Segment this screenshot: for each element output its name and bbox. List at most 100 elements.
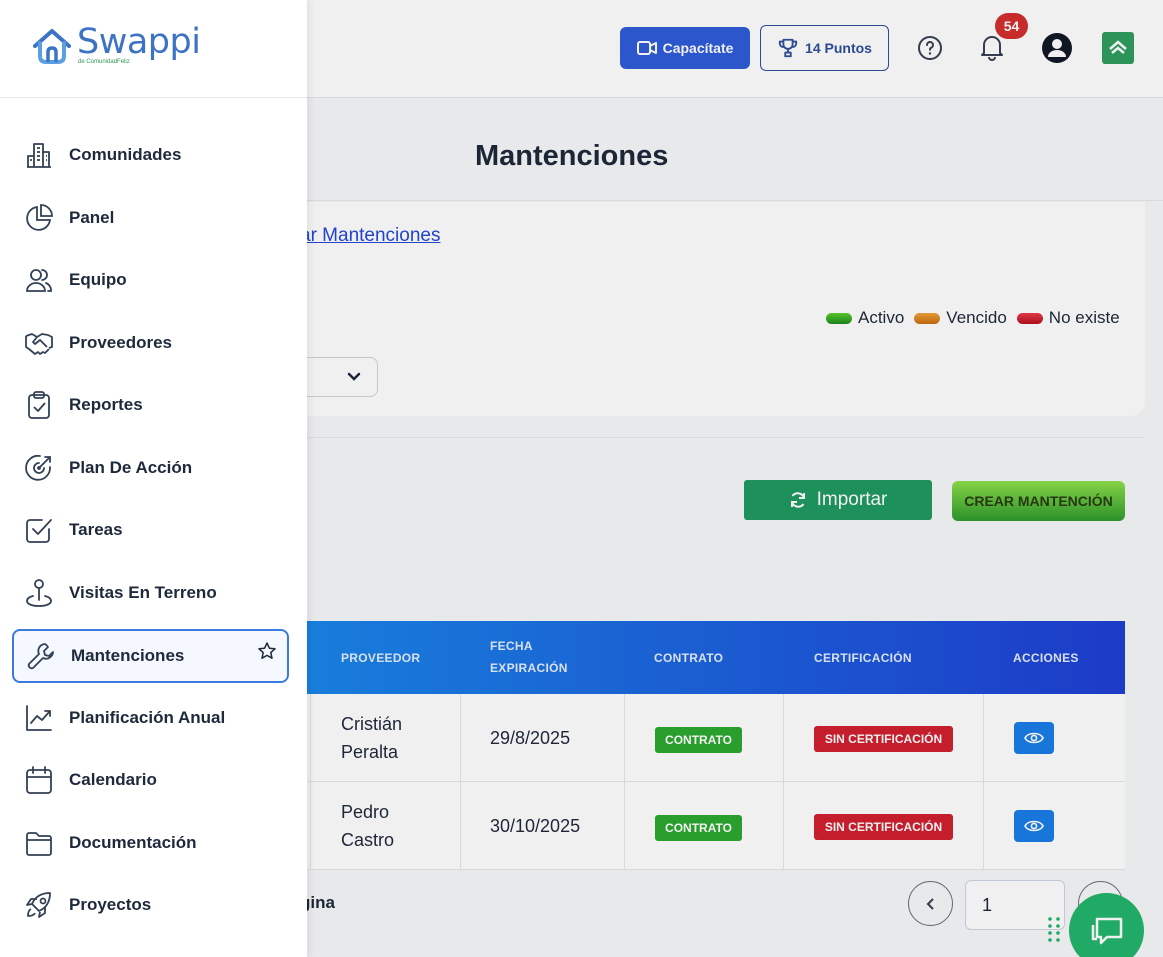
- sidebar-item-label: Comunidades: [69, 145, 182, 164]
- column-divider: [783, 694, 784, 781]
- header-contrato[interactable]: CONTRATO: [654, 647, 723, 669]
- sidebar-item-label: Panel: [69, 208, 115, 227]
- trend-icon: [24, 703, 54, 733]
- contrato-badge: CONTRATO: [655, 815, 742, 841]
- legend-active-swatch: [826, 312, 852, 324]
- drag-handle-icon[interactable]: [1047, 916, 1061, 944]
- brand-sub: de ComunidadFeliz: [78, 59, 130, 65]
- header-certificacion[interactable]: CERTIFICACIÓN: [814, 647, 912, 669]
- page-title: Mantenciones: [475, 140, 669, 172]
- sidebar-item-documentacion[interactable]: Documentación: [12, 816, 289, 870]
- chevron-left-icon: [926, 897, 934, 910]
- clipboard-check-icon: [24, 390, 54, 420]
- star-icon[interactable]: [257, 641, 277, 661]
- previous-page-button[interactable]: [908, 881, 953, 926]
- create-maintenance-button[interactable]: CREAR MANTENCIÓN: [952, 481, 1125, 521]
- header-fecha-line1: FECHA: [490, 639, 533, 653]
- eye-icon: [1024, 820, 1044, 832]
- filter-select[interactable]: [300, 357, 378, 397]
- sidebar-item-calendario[interactable]: Calendario: [12, 753, 289, 807]
- column-divider: [983, 694, 984, 781]
- video-icon: [636, 41, 657, 55]
- rocket-icon: [24, 890, 54, 920]
- status-legend: Activo Vencido No existe: [826, 308, 1120, 328]
- sidebar-item-label: Proyectos: [69, 895, 152, 914]
- wrench-icon: [26, 641, 56, 671]
- sidebar-item-label: Equipo: [69, 270, 127, 289]
- column-divider: [310, 782, 311, 869]
- table-row: Cristián Peralta 29/8/2025 CONTRATO SIN …: [300, 694, 1125, 782]
- trophy-icon: [778, 38, 798, 58]
- users-icon: [24, 265, 54, 295]
- legend-missing-label: No existe: [1048, 308, 1120, 327]
- proveedor-last: Castro: [341, 830, 395, 850]
- refresh-icon: [790, 492, 805, 508]
- sidebar-item-plan-de-accion[interactable]: Plan De Acción: [12, 441, 289, 495]
- user-avatar-icon[interactable]: [1041, 32, 1073, 64]
- proveedor-first: Cristián: [341, 714, 403, 734]
- sidebar-item-reportes[interactable]: Reportes: [12, 378, 289, 432]
- header-fecha-line2: EXPIRACIÓN: [490, 661, 568, 675]
- column-divider: [460, 782, 461, 869]
- house-logo-icon: [33, 29, 71, 64]
- community-logo-icon[interactable]: [1102, 32, 1134, 64]
- sidebar-item-label: Plan De Acción: [69, 458, 193, 477]
- building-icon: [24, 140, 54, 170]
- puntos-label: 14 Puntos: [805, 40, 872, 56]
- sidebar: Swappi de ComunidadFeliz Comunidades Pan…: [0, 0, 307, 957]
- map-pin-icon: [24, 578, 54, 608]
- sidebar-item-planificacion-anual[interactable]: Planificación Anual: [12, 691, 289, 745]
- sidebar-item-comunidades[interactable]: Comunidades: [12, 128, 289, 182]
- chat-button[interactable]: [1069, 893, 1144, 957]
- view-button[interactable]: [1014, 810, 1054, 842]
- legend-active-label: Activo: [858, 308, 905, 327]
- chevron-down-icon: [347, 372, 361, 381]
- sidebar-item-label: Planificación Anual: [69, 708, 226, 727]
- legend-expired-swatch: [914, 312, 941, 324]
- sidebar-item-label: Calendario: [69, 770, 157, 789]
- folder-icon: [24, 828, 54, 858]
- proveedor-first: Pedro: [341, 802, 390, 822]
- chat-icon: [1091, 917, 1122, 944]
- column-divider: [983, 782, 984, 869]
- sidebar-item-mantenciones[interactable]: Mantenciones: [12, 629, 289, 683]
- sidebar-item-equipo[interactable]: Equipo: [12, 253, 289, 307]
- sidebar-item-label: Proveedores: [69, 333, 172, 352]
- header-proveedor[interactable]: PROVEEDOR: [341, 647, 420, 669]
- sidebar-item-proyectos[interactable]: Proyectos: [12, 878, 289, 932]
- contrato-badge: CONTRATO: [655, 727, 742, 753]
- column-divider: [783, 782, 784, 869]
- calendar-icon: [24, 765, 54, 795]
- cell-proveedor: Cristián Peralta: [341, 710, 402, 766]
- proveedor-last: Peralta: [341, 742, 399, 762]
- header-fecha[interactable]: FECHA EXPIRACIÓN: [490, 635, 568, 679]
- sidebar-item-proveedores[interactable]: Proveedores: [12, 316, 289, 370]
- column-divider: [624, 694, 625, 781]
- import-label: Importar: [816, 489, 888, 510]
- table-row: Pedro Castro 30/10/2025 CONTRATO SIN CER…: [300, 782, 1125, 870]
- sidebar-item-panel[interactable]: Panel: [12, 191, 289, 245]
- table-header: PROVEEDOR FECHA EXPIRACIÓN CONTRATO CERT…: [300, 621, 1125, 694]
- certificacion-badge: SIN CERTIFICACIÓN: [814, 726, 953, 752]
- sidebar-item-label: Documentación: [69, 833, 197, 852]
- handshake-icon: [24, 328, 54, 358]
- eye-icon: [1024, 732, 1044, 744]
- cell-proveedor: Pedro Castro: [341, 798, 394, 854]
- legend-missing-swatch: [1016, 312, 1043, 324]
- import-button[interactable]: Importar: [744, 480, 932, 520]
- pie-chart-icon: [24, 203, 54, 233]
- legend-expired-label: Vencido: [946, 308, 1007, 327]
- capacitate-button[interactable]: Capacítate: [620, 27, 750, 69]
- sidebar-item-label: Tareas: [69, 520, 123, 539]
- sidebar-item-visitas-en-terreno[interactable]: Visitas En Terreno: [12, 566, 289, 620]
- target-icon: [24, 453, 54, 483]
- help-icon[interactable]: [916, 34, 944, 62]
- swappi-logo[interactable]: Swappi de ComunidadFeliz: [31, 22, 201, 74]
- mantenciones-link[interactable]: ar Mantenciones: [300, 225, 440, 247]
- cell-fecha: 29/8/2025: [490, 728, 571, 748]
- column-divider: [460, 694, 461, 781]
- puntos-button[interactable]: 14 Puntos: [760, 25, 889, 71]
- sidebar-item-tareas[interactable]: Tareas: [12, 503, 289, 557]
- certificacion-badge: SIN CERTIFICACIÓN: [814, 814, 953, 840]
- view-button[interactable]: [1014, 722, 1054, 754]
